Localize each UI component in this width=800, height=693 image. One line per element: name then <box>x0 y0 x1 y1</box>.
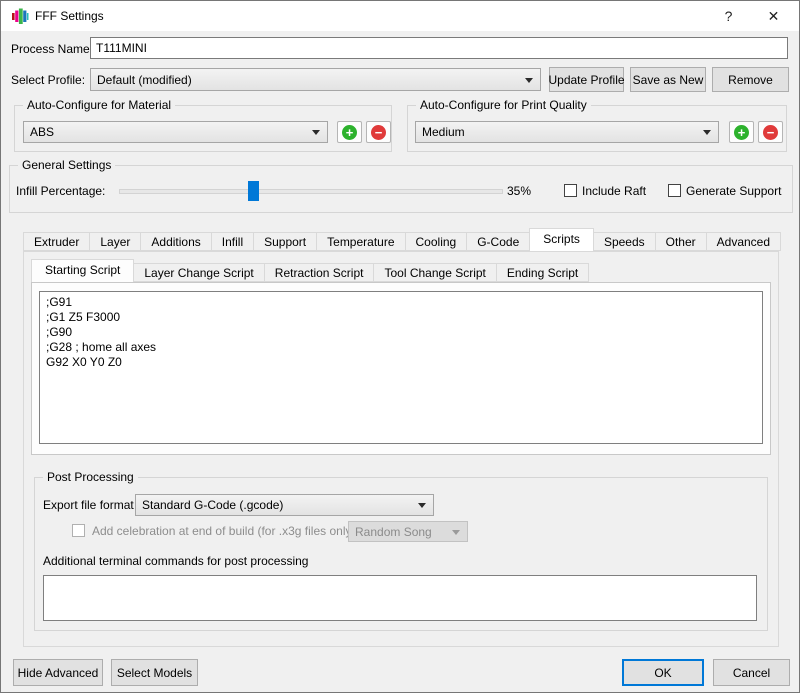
celebration-checkbox[interactable] <box>72 524 85 537</box>
include-raft-label: Include Raft <box>582 180 646 202</box>
main-tab-bar: ExtruderLayerAdditionsInfillSupportTempe… <box>23 229 780 251</box>
subtab-ending-script[interactable]: Ending Script <box>496 263 589 282</box>
tab-speeds[interactable]: Speeds <box>593 232 656 251</box>
close-button[interactable]: ✕ <box>751 1 796 31</box>
chevron-down-icon <box>418 503 426 508</box>
plus-icon: + <box>734 125 749 140</box>
add-material-button[interactable]: + <box>337 121 362 143</box>
infill-percentage-label: Infill Percentage: <box>16 180 105 202</box>
minus-icon: − <box>371 125 386 140</box>
app-icon <box>11 7 29 25</box>
chevron-down-icon <box>452 530 460 535</box>
select-profile-label: Select Profile: <box>11 69 85 91</box>
tab-infill[interactable]: Infill <box>211 232 254 251</box>
general-settings-title: General Settings <box>18 157 115 173</box>
general-settings-group: General Settings Infill Percentage: 35% … <box>9 165 793 213</box>
title-bar: FFF Settings ? ✕ <box>1 1 799 31</box>
plus-icon: + <box>342 125 357 140</box>
subtab-tool-change-script[interactable]: Tool Change Script <box>373 263 496 282</box>
chevron-down-icon <box>312 130 320 135</box>
export-file-format-label: Export file format <box>43 494 134 516</box>
terminal-commands-label: Additional terminal commands for post pr… <box>43 552 308 570</box>
window-title: FFF Settings <box>35 1 104 31</box>
ok-button[interactable]: OK <box>622 659 704 686</box>
quality-select[interactable]: Medium <box>415 121 719 143</box>
include-raft-checkbox[interactable] <box>564 184 577 197</box>
tab-additions[interactable]: Additions <box>140 232 211 251</box>
chevron-down-icon <box>525 78 533 83</box>
remove-material-button[interactable]: − <box>366 121 391 143</box>
post-processing-title: Post Processing <box>43 469 138 485</box>
export-format-select[interactable]: Standard G-Code (.gcode) <box>135 494 434 516</box>
auto-configure-material-title: Auto-Configure for Material <box>23 97 175 113</box>
chevron-down-icon <box>703 130 711 135</box>
auto-configure-quality-title: Auto-Configure for Print Quality <box>416 97 591 113</box>
auto-configure-quality-group: Auto-Configure for Print Quality Medium … <box>407 105 787 152</box>
tab-advanced[interactable]: Advanced <box>706 232 781 251</box>
subtab-layer-change-script[interactable]: Layer Change Script <box>133 263 264 282</box>
remove-quality-button[interactable]: − <box>758 121 783 143</box>
save-as-new-button[interactable]: Save as New <box>630 67 706 92</box>
process-name-input[interactable] <box>90 37 788 59</box>
add-quality-button[interactable]: + <box>729 121 754 143</box>
infill-percentage-value: 35% <box>507 180 531 202</box>
close-icon: ✕ <box>768 8 780 25</box>
tab-g-code[interactable]: G-Code <box>466 232 530 251</box>
material-select[interactable]: ABS <box>23 121 328 143</box>
profile-select-value: Default (modified) <box>97 73 192 87</box>
tab-temperature[interactable]: Temperature <box>316 232 405 251</box>
generate-support-checkbox[interactable] <box>668 184 681 197</box>
celebration-song-select: Random Song <box>348 521 468 542</box>
tab-other[interactable]: Other <box>655 232 707 251</box>
tab-extruder[interactable]: Extruder <box>23 232 90 251</box>
help-icon: ? <box>725 8 733 24</box>
celebration-label: Add celebration at end of build (for .x3… <box>92 520 355 542</box>
auto-configure-material-group: Auto-Configure for Material ABS + − <box>14 105 392 152</box>
quality-select-value: Medium <box>422 125 465 139</box>
tab-scripts[interactable]: Scripts <box>529 228 594 251</box>
hide-advanced-button[interactable]: Hide Advanced <box>13 659 103 686</box>
fff-settings-dialog: FFF Settings ? ✕ Process Name: Select Pr… <box>0 0 800 693</box>
infill-slider[interactable] <box>119 181 503 201</box>
material-select-value: ABS <box>30 125 54 139</box>
post-processing-group: Post Processing Export file format Stand… <box>34 477 768 631</box>
export-format-value: Standard G-Code (.gcode) <box>142 498 283 512</box>
subtab-starting-script[interactable]: Starting Script <box>31 259 134 282</box>
tab-layer[interactable]: Layer <box>89 232 141 251</box>
generate-support-label: Generate Support <box>686 180 781 202</box>
infill-slider-track[interactable] <box>119 189 503 194</box>
script-tab-bar: Starting ScriptLayer Change ScriptRetrac… <box>31 260 588 282</box>
cancel-button[interactable]: Cancel <box>713 659 790 686</box>
celebration-song-value: Random Song <box>355 525 432 539</box>
subtab-retraction-script[interactable]: Retraction Script <box>264 263 375 282</box>
starting-script-textarea[interactable]: ;G91 ;G1 Z5 F3000 ;G90 ;G28 ; home all a… <box>39 291 763 444</box>
process-name-label: Process Name: <box>11 38 93 60</box>
terminal-commands-textarea[interactable] <box>43 575 757 621</box>
select-models-button[interactable]: Select Models <box>111 659 198 686</box>
tab-cooling[interactable]: Cooling <box>405 232 468 251</box>
minus-icon: − <box>763 125 778 140</box>
help-button[interactable]: ? <box>706 1 751 31</box>
tab-support[interactable]: Support <box>253 232 317 251</box>
infill-slider-handle[interactable] <box>248 181 259 201</box>
profile-select[interactable]: Default (modified) <box>90 68 541 91</box>
remove-button[interactable]: Remove <box>712 67 789 92</box>
update-profile-button[interactable]: Update Profile <box>549 67 624 92</box>
